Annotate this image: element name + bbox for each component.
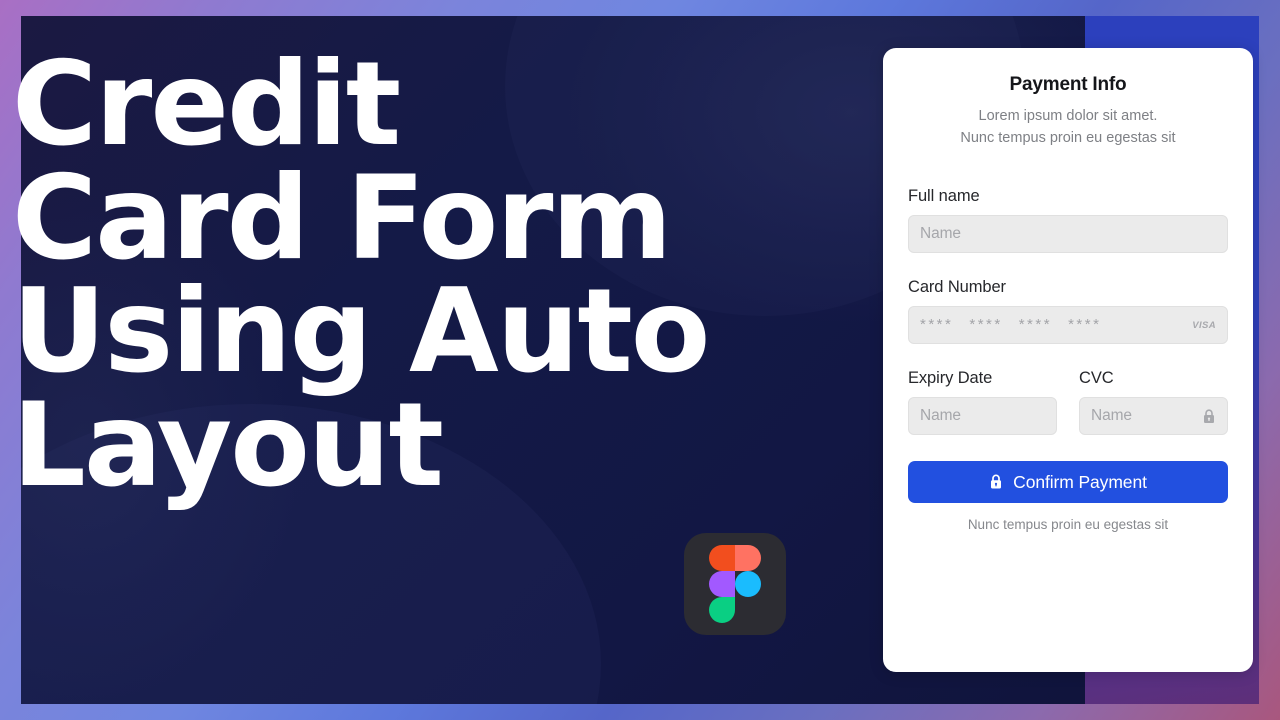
field-cvc: CVC Name: [1079, 369, 1228, 436]
card-group-3: ****: [1018, 315, 1053, 333]
cvc-placeholder: Name: [1091, 407, 1132, 425]
card-footnote: Nunc tempus proin eu egestas sit: [967, 517, 1169, 533]
figma-logo: [684, 533, 786, 635]
expiry-date-placeholder: Name: [920, 407, 961, 425]
full-name-input[interactable]: Name: [908, 215, 1228, 254]
expiry-cvc-row: Expiry Date Name CVC Name: [908, 369, 1228, 436]
visa-icon: VISA: [1192, 319, 1216, 331]
headline-line-1: Credit: [12, 37, 401, 172]
confirm-payment-button[interactable]: Confirm Payment: [908, 461, 1228, 504]
card-number-input[interactable]: **** **** **** **** VISA: [908, 306, 1228, 345]
card-group-1: ****: [920, 315, 954, 333]
field-expiry-date: Expiry Date Name: [908, 369, 1057, 436]
payment-form-card: Payment Info Lorem ipsum dolor sit amet.…: [883, 48, 1253, 672]
card-number-masked-value: **** **** **** ****: [920, 315, 1192, 333]
headline-line-3: Using Auto: [12, 264, 711, 400]
confirm-payment-label: Confirm Payment: [1013, 471, 1147, 492]
expiry-date-label: Expiry Date: [908, 369, 993, 388]
card-subtitle-line-1: Lorem ipsum dolor sit amet.: [978, 108, 1158, 124]
field-full-name: Full name Name: [908, 187, 1228, 254]
headline: Credit Card Form Using Auto Layout: [12, 37, 872, 514]
full-name-label: Full name: [908, 187, 980, 206]
card-title: Payment Info: [1009, 74, 1127, 95]
card-group-4: ****: [1068, 315, 1102, 333]
card-number-label: Card Number: [908, 278, 1006, 297]
thumbnail-canvas: Credit Card Form Using Auto Layout Payme…: [0, 0, 1280, 720]
card-group-2: ****: [969, 315, 1003, 333]
lock-icon: [1204, 409, 1214, 423]
card-subtitle-line-2: Nunc tempus proin eu egestas sit: [960, 130, 1176, 147]
field-card-number: Card Number **** **** **** **** VISA: [908, 278, 1228, 345]
headline-line-4: Layout: [12, 378, 444, 514]
figma-icon: [709, 545, 761, 623]
cvc-label: CVC: [1079, 369, 1114, 388]
cvc-input[interactable]: Name: [1079, 397, 1228, 436]
full-name-placeholder: Name: [920, 225, 961, 243]
expiry-date-input[interactable]: Name: [908, 397, 1057, 436]
payment-form: Full name Name Card Number **** **** ***…: [908, 187, 1228, 532]
lock-icon: [991, 474, 1002, 489]
headline-line-2: Card Form: [12, 150, 672, 286]
